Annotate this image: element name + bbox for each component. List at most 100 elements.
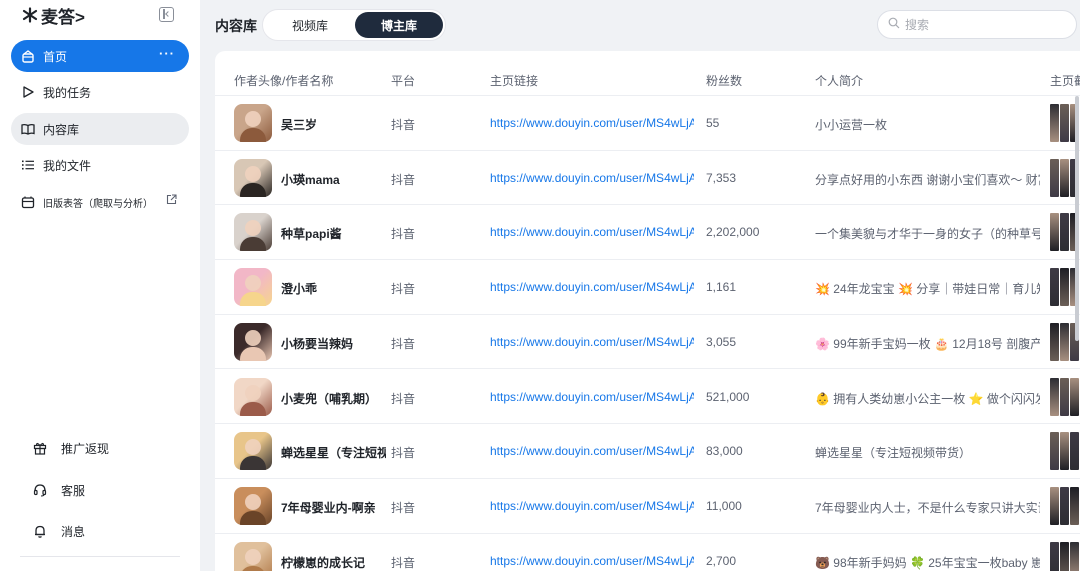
search-box[interactable] bbox=[877, 10, 1077, 39]
author-name: 柠檬崽的成长记 bbox=[281, 555, 366, 570]
sidebar-item-messages[interactable]: 消息 bbox=[33, 521, 85, 541]
avatar bbox=[234, 377, 272, 416]
homepage-link[interactable]: https://www.douyin.com/user/MS4wLjABAAAA bbox=[490, 335, 694, 349]
avatar bbox=[234, 432, 272, 471]
sidebar-item-home[interactable]: 首页 ··· bbox=[11, 40, 189, 72]
table-row[interactable]: 7年母婴业内-啊亲 抖音 https://www.douyin.com/user/M… bbox=[215, 479, 1080, 534]
screenshot-thumb bbox=[1050, 104, 1059, 142]
homepage-link[interactable]: https://www.douyin.com/user/MS4wLjABAAAA bbox=[490, 116, 694, 130]
fans-count: 55 bbox=[706, 116, 720, 130]
search-icon bbox=[888, 17, 900, 32]
screenshot-thumb bbox=[1070, 486, 1079, 525]
external-link-icon[interactable] bbox=[166, 194, 177, 208]
bio: 小小运营一枚 bbox=[815, 118, 888, 132]
more-icon[interactable]: ··· bbox=[159, 46, 175, 61]
table-row[interactable]: 种草papi酱 抖音 https://www.douyin.com/user/MS4… bbox=[215, 205, 1080, 261]
screenshot-thumb bbox=[1050, 158, 1059, 197]
table-row[interactable]: 小杨要当辣妈 抖音 https://www.douyin.com/user/MS4w… bbox=[215, 315, 1080, 370]
platform: 抖音 bbox=[391, 282, 416, 297]
sidebar-item-support[interactable]: 客服 bbox=[33, 480, 85, 500]
sidebar-item-label: 客服 bbox=[61, 483, 86, 498]
avatar bbox=[234, 541, 272, 571]
homepage-link[interactable]: https://www.douyin.com/user/MS4wLjABAAAA bbox=[490, 444, 694, 458]
tab-blogger-library[interactable]: 博主库 bbox=[355, 12, 443, 38]
app-logo[interactable]: 麦答> bbox=[22, 4, 85, 27]
table-scrollbar[interactable] bbox=[1075, 96, 1079, 341]
fans-count: 2,700 bbox=[706, 553, 737, 568]
list-icon bbox=[21, 158, 35, 172]
homepage-screenshot[interactable] bbox=[1050, 541, 1080, 571]
table-row[interactable]: 小麦兜（哺乳期） 抖音 https://www.douyin.com/user/MS… bbox=[215, 370, 1080, 425]
homepage-screenshot[interactable] bbox=[1050, 486, 1080, 525]
fans-count: 11,000 bbox=[706, 498, 742, 513]
screenshot-thumb bbox=[1060, 158, 1069, 197]
sidebar-item-content-library[interactable]: 内容库 bbox=[11, 113, 189, 145]
screenshot-thumb bbox=[1060, 377, 1069, 416]
table-row[interactable]: 柠檬崽的成长记 抖音 https://www.douyin.com/user/MS4… bbox=[215, 534, 1080, 571]
column-header-platform: 平台 bbox=[391, 74, 416, 88]
table-row[interactable]: 吴三岁 抖音 https://www.douyin.com/user/MS4wLjA… bbox=[215, 96, 1080, 151]
screenshot-thumb bbox=[1060, 268, 1069, 307]
screenshot-thumb bbox=[1060, 486, 1069, 525]
bio: 7年母婴业内人士，不是什么专家只讲大实话 分 bbox=[815, 500, 1040, 515]
column-header-screenshot: 主页截图 bbox=[1050, 74, 1080, 88]
page-title: 内容库 bbox=[215, 18, 257, 34]
homepage-link[interactable]: https://www.douyin.com/user/MS4wLjABAAAA bbox=[490, 280, 694, 294]
homepage-screenshot[interactable] bbox=[1050, 432, 1080, 471]
platform: 抖音 bbox=[391, 446, 416, 461]
column-header-link: 主页链接 bbox=[490, 74, 539, 88]
homepage-link[interactable]: https://www.douyin.com/user/MS4wLjABAAAA bbox=[490, 554, 694, 568]
author-name: 小杨要当辣妈 bbox=[281, 336, 354, 351]
sidebar-collapse-icon[interactable] bbox=[159, 7, 174, 22]
sidebar-item-my-files[interactable]: 我的文件 bbox=[11, 149, 189, 181]
table-row[interactable]: 小瑛mama 抖音 https://www.douyin.com/user/MS4w… bbox=[215, 151, 1080, 206]
homepage-link[interactable]: https://www.douyin.com/user/MS4wLjABAAAA bbox=[490, 225, 694, 239]
search-input[interactable] bbox=[905, 17, 1065, 32]
screenshot-thumb bbox=[1050, 541, 1059, 571]
screenshot-thumb bbox=[1050, 213, 1059, 252]
screenshot-thumb bbox=[1050, 486, 1059, 525]
screenshot-thumb bbox=[1070, 432, 1079, 471]
gift-icon bbox=[33, 441, 47, 455]
avatar bbox=[234, 322, 272, 361]
bell-icon bbox=[33, 524, 47, 538]
logo-text: 麦答> bbox=[41, 7, 85, 27]
bio: 👶 拥有人类幼崽小公主一枚 ⭐ 做个闪闪发光 bbox=[815, 391, 1040, 406]
bio: 💥 24年龙宝宝 💥 分享｜带娃日常｜育儿知识 bbox=[815, 282, 1040, 297]
screenshot-thumb bbox=[1060, 322, 1069, 361]
avatar bbox=[234, 268, 272, 307]
box-icon bbox=[21, 195, 35, 209]
screenshot-thumb bbox=[1050, 322, 1059, 361]
bio: 分享点好用的小东西 谢谢小宝们喜欢～ 财富收 bbox=[815, 172, 1040, 187]
sidebar-divider bbox=[20, 556, 180, 557]
platform: 抖音 bbox=[391, 118, 416, 132]
sidebar-item-label: 推广返现 bbox=[61, 441, 110, 456]
table-row[interactable]: 澄小乖 抖音 https://www.douyin.com/user/MS4wLjA… bbox=[215, 260, 1080, 315]
homepage-link[interactable]: https://www.douyin.com/user/MS4wLjABAAAA bbox=[490, 390, 694, 404]
author-name: 小麦兜（哺乳期） bbox=[281, 391, 378, 406]
avatar bbox=[234, 213, 272, 252]
homepage-screenshot[interactable] bbox=[1050, 377, 1080, 416]
fans-count: 7,353 bbox=[706, 170, 737, 185]
sidebar-item-legacy[interactable]: 旧版表答（爬取与分析） bbox=[11, 186, 189, 218]
author-name: 澄小乖 bbox=[281, 282, 318, 297]
sidebar-item-label: 我的文件 bbox=[43, 158, 92, 173]
screenshot-thumb bbox=[1060, 541, 1069, 571]
sidebar-item-label: 我的任务 bbox=[43, 85, 92, 100]
sidebar-item-referral[interactable]: 推广返现 bbox=[33, 438, 109, 458]
platform: 抖音 bbox=[391, 336, 416, 351]
sidebar-item-tasks[interactable]: 我的任务 bbox=[11, 76, 189, 108]
table-row[interactable]: 蝉选星星（专注短视频带货） 抖音 https://www.douyin.com/us… bbox=[215, 424, 1080, 479]
sidebar-item-label: 旧版表答（爬取与分析） bbox=[43, 198, 153, 210]
asterisk-logo-icon bbox=[22, 7, 38, 23]
homepage-link[interactable]: https://www.douyin.com/user/MS4wLjABAAAA bbox=[490, 499, 694, 513]
screenshot-thumb bbox=[1050, 268, 1059, 307]
tab-video-library[interactable]: 视频库 bbox=[266, 12, 354, 38]
headset-icon bbox=[33, 483, 47, 497]
sidebar-item-label: 内容库 bbox=[43, 122, 80, 137]
platform: 抖音 bbox=[391, 172, 416, 187]
sidebar-item-label: 消息 bbox=[61, 524, 86, 539]
platform: 抖音 bbox=[391, 227, 416, 242]
homepage-link[interactable]: https://www.douyin.com/user/MS4wLjABAAAA bbox=[490, 171, 694, 185]
author-name: 蝉选星星（专注短视频带货） bbox=[281, 446, 386, 461]
